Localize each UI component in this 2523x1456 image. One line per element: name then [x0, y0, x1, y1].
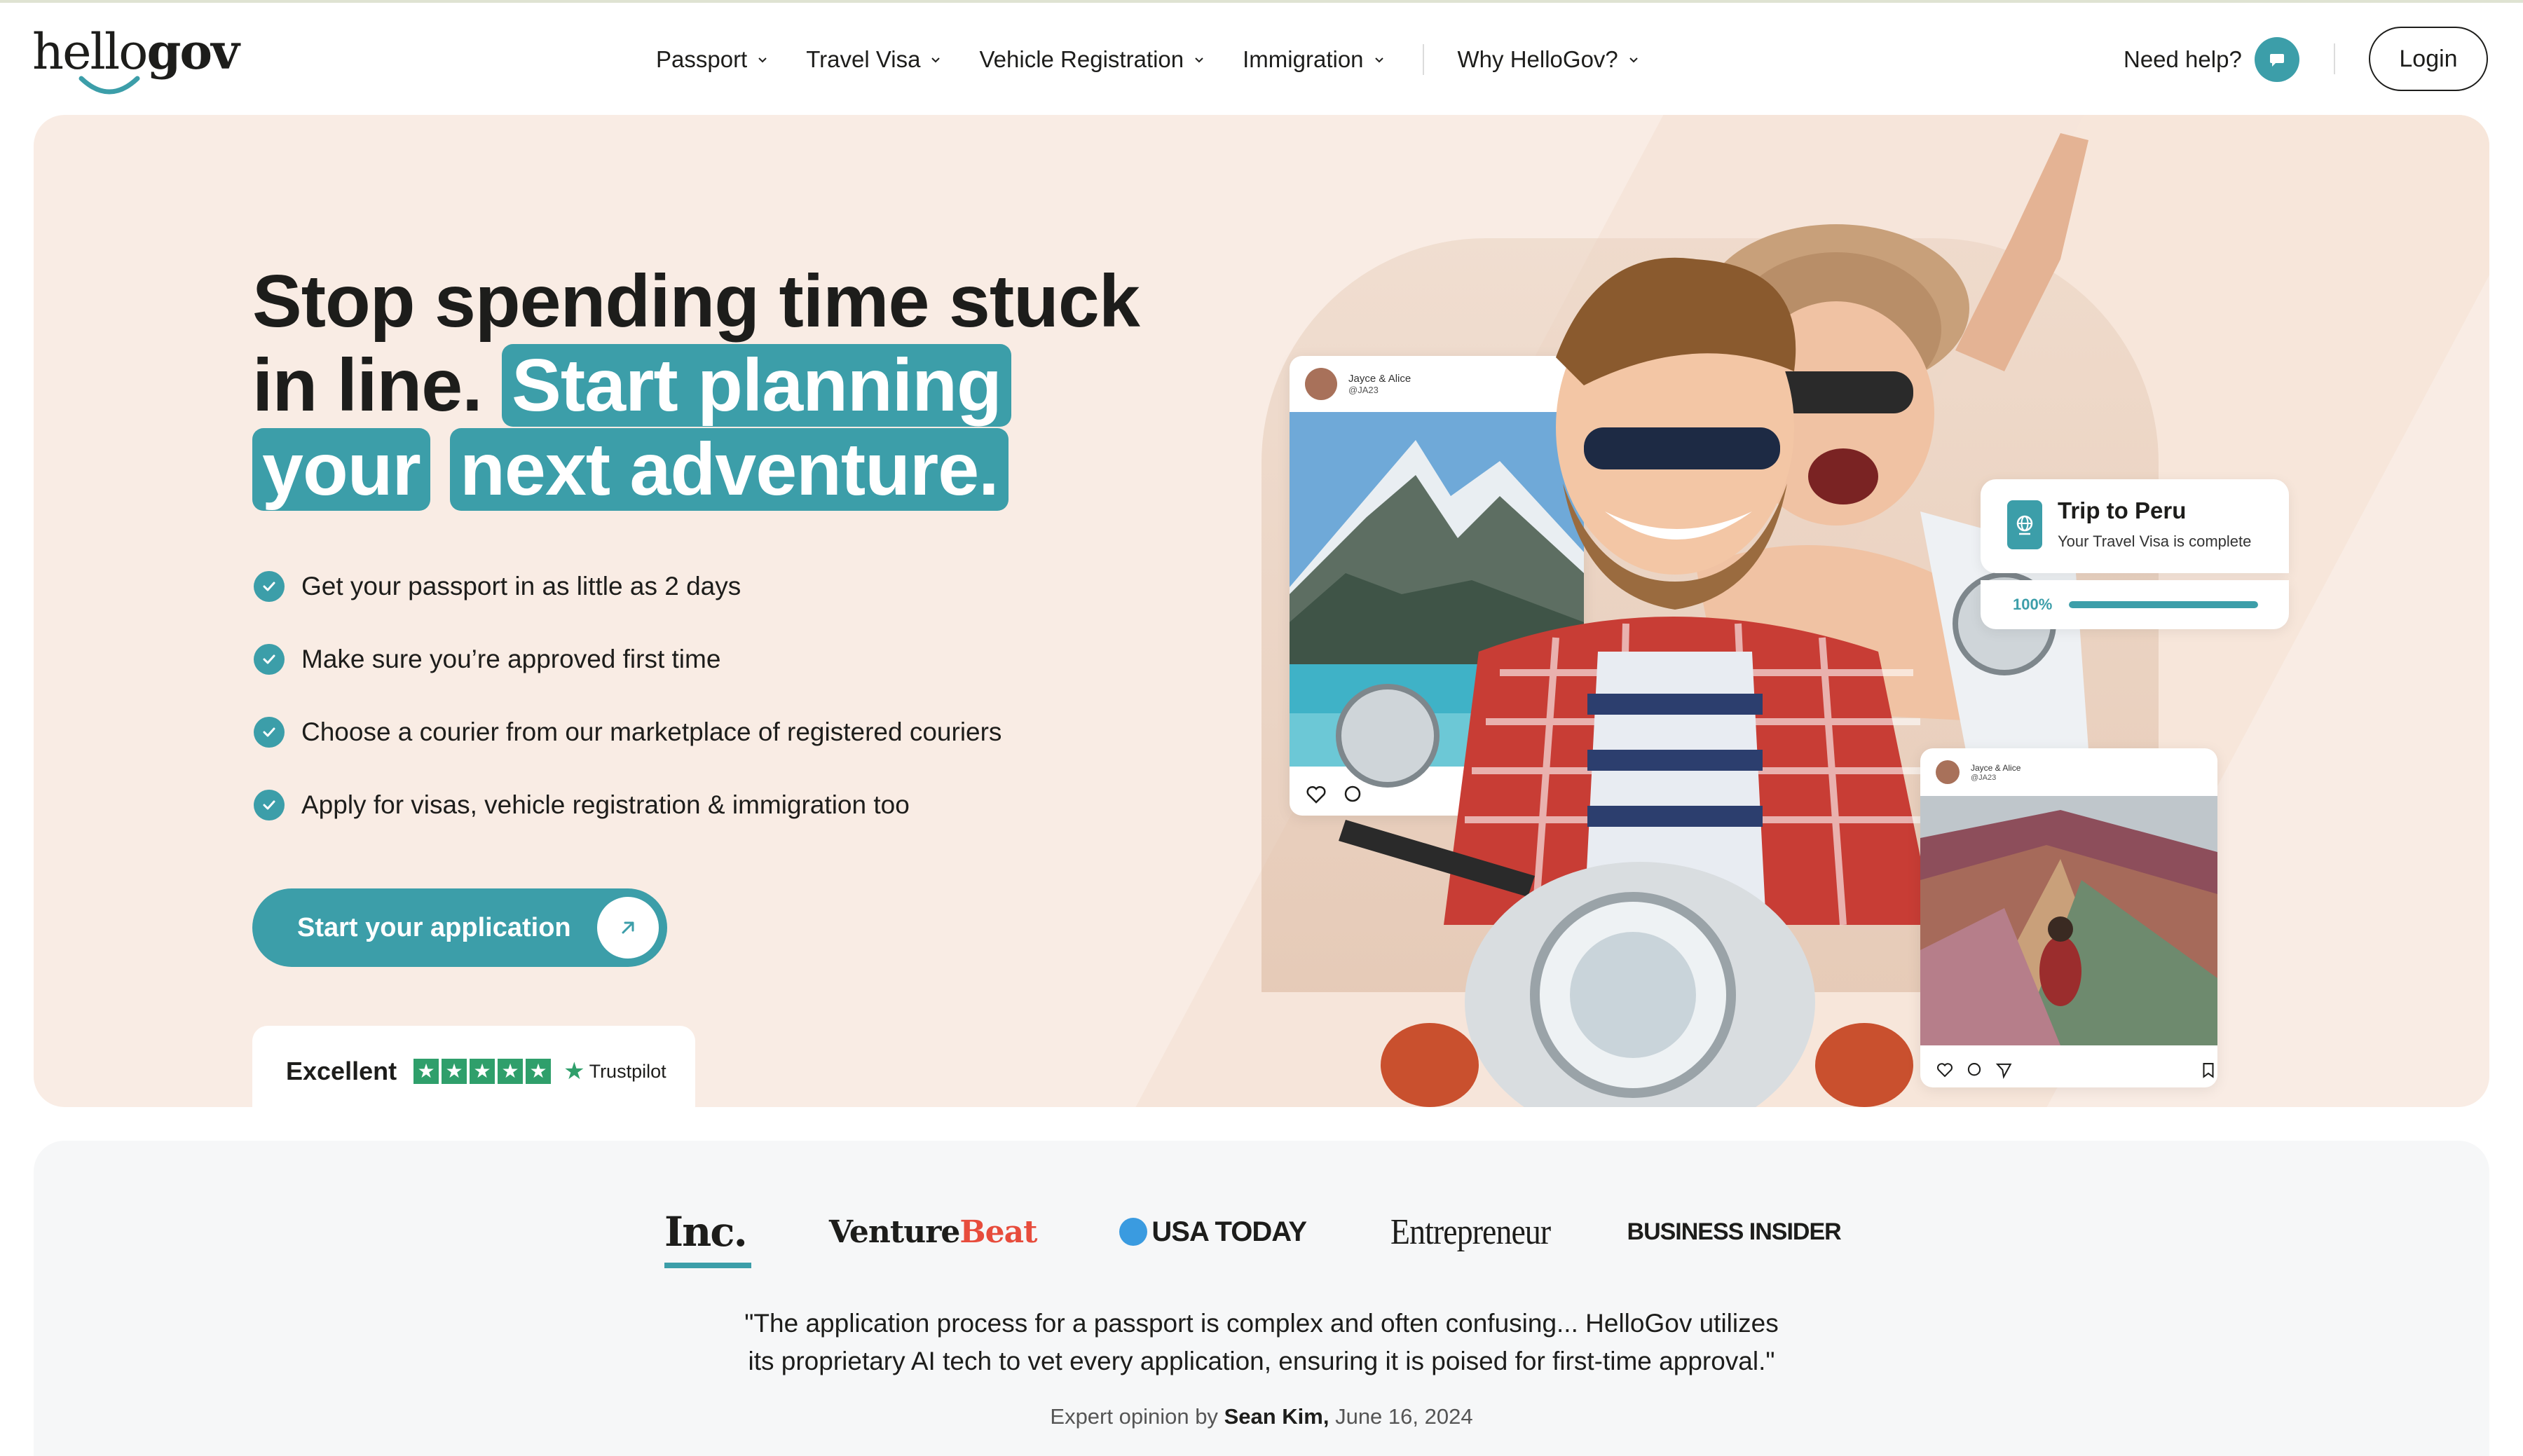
- feature-list: Get your passport in as little as 2 days…: [254, 550, 1165, 842]
- top-border: [0, 0, 2523, 3]
- press-quote: "The application process for a passport …: [744, 1309, 1779, 1375]
- avatar: [1936, 760, 1960, 784]
- trip-progress: 100%: [1981, 580, 2289, 629]
- trustpilot-badge[interactable]: Excellent ★ ★ ★ ★ ★ ★ Trustpilot: [252, 1026, 695, 1117]
- check-circle-icon: [254, 790, 285, 820]
- usa-today-logo: USA TODAY: [1119, 1216, 1307, 1248]
- trustpilot-star-icon: ★: [563, 1058, 585, 1085]
- main-nav: Passport Travel Visa Vehicle Registratio…: [656, 39, 1677, 81]
- trip-card-top: Trip to Peru Your Travel Visa is complet…: [1981, 479, 2289, 573]
- trustpilot-logo: ★ Trustpilot: [563, 1058, 666, 1085]
- start-application-button[interactable]: Start your application: [252, 888, 667, 967]
- trip-status-card: Trip to Peru Your Travel Visa is complet…: [1981, 479, 2289, 629]
- nav-vehicle-registration[interactable]: Vehicle Registration: [979, 46, 1205, 73]
- star-icon: ★: [442, 1059, 467, 1084]
- chevron-down-icon: [1374, 57, 1383, 63]
- nav-divider: [1422, 44, 1424, 75]
- list-item: Apply for visas, vehicle registration & …: [254, 769, 1165, 842]
- list-item: Make sure you’re approved first time: [254, 623, 1165, 696]
- inc-logo: Inc.: [664, 1208, 751, 1268]
- star-icon: ★: [413, 1059, 439, 1084]
- nav-travel-visa[interactable]: Travel Visa: [806, 46, 941, 73]
- entrepreneur-logo: Entrepreneur: [1390, 1211, 1551, 1252]
- post-header: Jayce & Alice @JA23: [1920, 748, 2217, 796]
- comment-icon[interactable]: [1965, 1061, 1983, 1079]
- business-insider-logo: BUSINESS INSIDER: [1627, 1218, 1842, 1245]
- active-logo-underline: [664, 1263, 751, 1268]
- venturebeat-logo: VentureBeat: [828, 1214, 1038, 1250]
- login-button[interactable]: Login: [2369, 27, 2488, 91]
- send-icon[interactable]: [1995, 1061, 2013, 1079]
- nav-why-hellogov[interactable]: Why HelloGov?: [1458, 46, 1639, 73]
- progress-track: [2069, 601, 2259, 608]
- chevron-down-icon: [1195, 57, 1203, 63]
- check-circle-icon: [254, 717, 285, 748]
- hellogov-logo[interactable]: hellogov: [32, 24, 240, 95]
- chevron-down-icon: [931, 57, 941, 63]
- hero-headline: Stop spending time stuck in line. Start …: [252, 260, 1140, 511]
- list-item: Get your passport in as little as 2 days: [254, 550, 1165, 623]
- star-icon: ★: [526, 1059, 552, 1084]
- star-icon: ★: [470, 1059, 495, 1084]
- check-circle-icon: [254, 571, 285, 602]
- nav-immigration[interactable]: Immigration: [1243, 46, 1384, 73]
- quote-attribution: Expert opinion by Sean Kim, June 16, 202…: [1050, 1404, 1473, 1429]
- bookmark-icon[interactable]: [2199, 1061, 2217, 1079]
- social-post-card: Jayce & Alice @JA23: [1920, 748, 2217, 1087]
- usa-today-dot-icon: [1119, 1218, 1148, 1246]
- rating-stars: ★ ★ ★ ★ ★: [413, 1059, 554, 1084]
- list-item: Choose a courier from our marketplace of…: [254, 696, 1165, 769]
- headline-highlight: next adventure.: [450, 428, 1008, 511]
- passport-globe-icon: [2007, 500, 2042, 549]
- arrow-up-right-icon: [597, 897, 659, 959]
- press-logos: Inc. VentureBeat USA TODAY Entrepreneur …: [664, 1197, 1870, 1268]
- chat-bubble-icon: [2254, 37, 2299, 82]
- rainbow-mountain-photo: [1920, 796, 2217, 1045]
- header-divider: [2334, 43, 2335, 74]
- chevron-down-icon: [1629, 57, 1638, 63]
- nav-passport[interactable]: Passport: [656, 46, 768, 73]
- progress-fill: [2069, 601, 2259, 608]
- need-help-button[interactable]: Need help?: [2124, 36, 2299, 83]
- logo-smile-icon: [78, 76, 140, 95]
- star-icon: ★: [498, 1059, 524, 1084]
- check-circle-icon: [254, 644, 285, 675]
- heart-icon[interactable]: [1936, 1061, 1954, 1079]
- chevron-down-icon: [758, 57, 767, 63]
- post-actions: [1920, 1049, 2217, 1087]
